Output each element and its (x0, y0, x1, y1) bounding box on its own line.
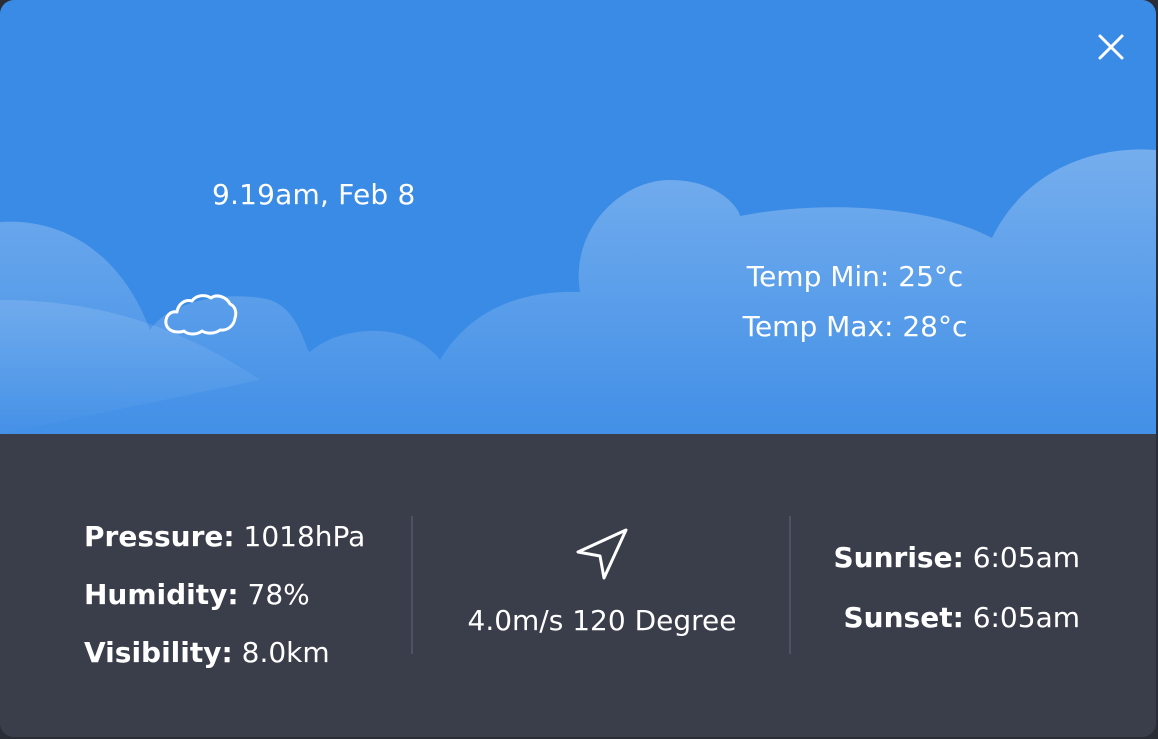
navigation-arrow-icon (576, 528, 628, 580)
visibility-label: Visibility: (84, 636, 233, 669)
sunset-label: Sunset: (843, 601, 964, 634)
pressure-value: 1018hPa (243, 520, 366, 553)
close-icon[interactable] (1094, 30, 1128, 64)
pressure-label: Pressure: (84, 520, 235, 553)
visibility-row: Visibility: 8.0km (84, 624, 365, 682)
humidity-row: Humidity: 78% (84, 566, 365, 624)
temp-min: Temp Min: 25°c (746, 260, 964, 293)
cloud-icon (164, 294, 238, 336)
divider-left (411, 516, 413, 654)
sunset-value: 6:05am (972, 601, 1080, 634)
humidity-value: 78% (247, 578, 310, 611)
wind-column: 4.0m/s 120 Degree (414, 526, 790, 637)
sunrise-value: 6:05am (972, 541, 1080, 574)
weather-details: Pressure: 1018hPa Humidity: 78% Visibili… (0, 434, 1156, 737)
weather-card: 9.19am, Feb 8 Temp Min: 25°c Temp Max: 2… (0, 0, 1156, 737)
stats-column: Pressure: 1018hPa Humidity: 78% Visibili… (84, 508, 365, 682)
humidity-label: Humidity: (84, 578, 239, 611)
visibility-value: 8.0km (241, 636, 330, 669)
weather-header: 9.19am, Feb 8 Temp Min: 25°c Temp Max: 2… (0, 0, 1156, 434)
divider-right (789, 516, 791, 654)
sun-column: Sunrise: 6:05am Sunset: 6:05am (800, 528, 1080, 648)
pressure-row: Pressure: 1018hPa (84, 508, 365, 566)
cloud-background (0, 149, 1156, 434)
wind-info: 4.0m/s 120 Degree (467, 604, 737, 637)
temperature-range: Temp Min: 25°c Temp Max: 28°c (700, 252, 1010, 352)
sunset-row: Sunset: 6:05am (800, 588, 1081, 648)
sunrise-row: Sunrise: 6:05am (800, 528, 1080, 588)
temp-max: Temp Max: 28°c (742, 310, 968, 343)
sunrise-label: Sunrise: (833, 541, 964, 574)
date-time: 9.19am, Feb 8 (212, 178, 416, 211)
